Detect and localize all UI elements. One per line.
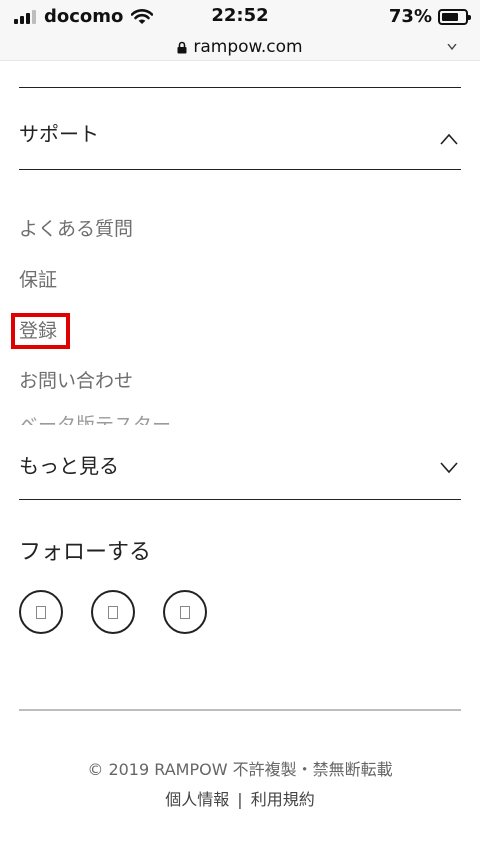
status-right: 73% <box>388 6 471 27</box>
divider <box>19 499 461 500</box>
chevron-down-icon <box>447 44 457 51</box>
social-icon <box>108 605 118 619</box>
battery-percentage: 73% <box>388 6 432 27</box>
url-text: rampow.com <box>193 37 303 57</box>
footer-divider <box>19 709 461 711</box>
privacy-link[interactable]: 個人情報 <box>165 790 229 809</box>
battery-fill <box>442 12 459 21</box>
submenu-item-contact[interactable]: お問い合わせ <box>19 366 133 393</box>
social-icon <box>36 605 46 619</box>
battery-icon <box>438 8 471 25</box>
footer-links: 個人情報 | 利用規約 <box>0 786 480 810</box>
divider <box>19 87 461 88</box>
status-bar: docomo 22:52 73% <box>0 0 480 34</box>
divider <box>19 169 461 170</box>
social-icon-2[interactable] <box>91 590 135 634</box>
submenu-item-faq[interactable]: よくある質問 <box>19 214 133 241</box>
url-bar[interactable]: rampow.com <box>0 34 480 61</box>
submenu-item-warranty[interactable]: 保証 <box>19 265 57 292</box>
social-icon <box>180 605 190 619</box>
lock-icon <box>177 41 187 53</box>
submenu-item-beta-tester[interactable]: ベータ版テスター <box>19 412 171 425</box>
follow-title: フォローする <box>19 540 152 565</box>
highlight-box <box>11 313 70 349</box>
copyright: © 2019 RAMPOW 不許複製・禁無断転載 <box>87 760 393 779</box>
chevron-down-icon[interactable] <box>440 462 458 474</box>
more-section-title: もっと見る <box>19 454 119 478</box>
social-icon-1[interactable] <box>19 590 63 634</box>
terms-link[interactable]: 利用規約 <box>251 790 315 809</box>
footer-separator: | <box>237 790 243 809</box>
chevron-up-icon[interactable] <box>440 133 458 145</box>
social-icon-3[interactable] <box>163 590 207 634</box>
support-section-title: サポート <box>19 122 99 146</box>
